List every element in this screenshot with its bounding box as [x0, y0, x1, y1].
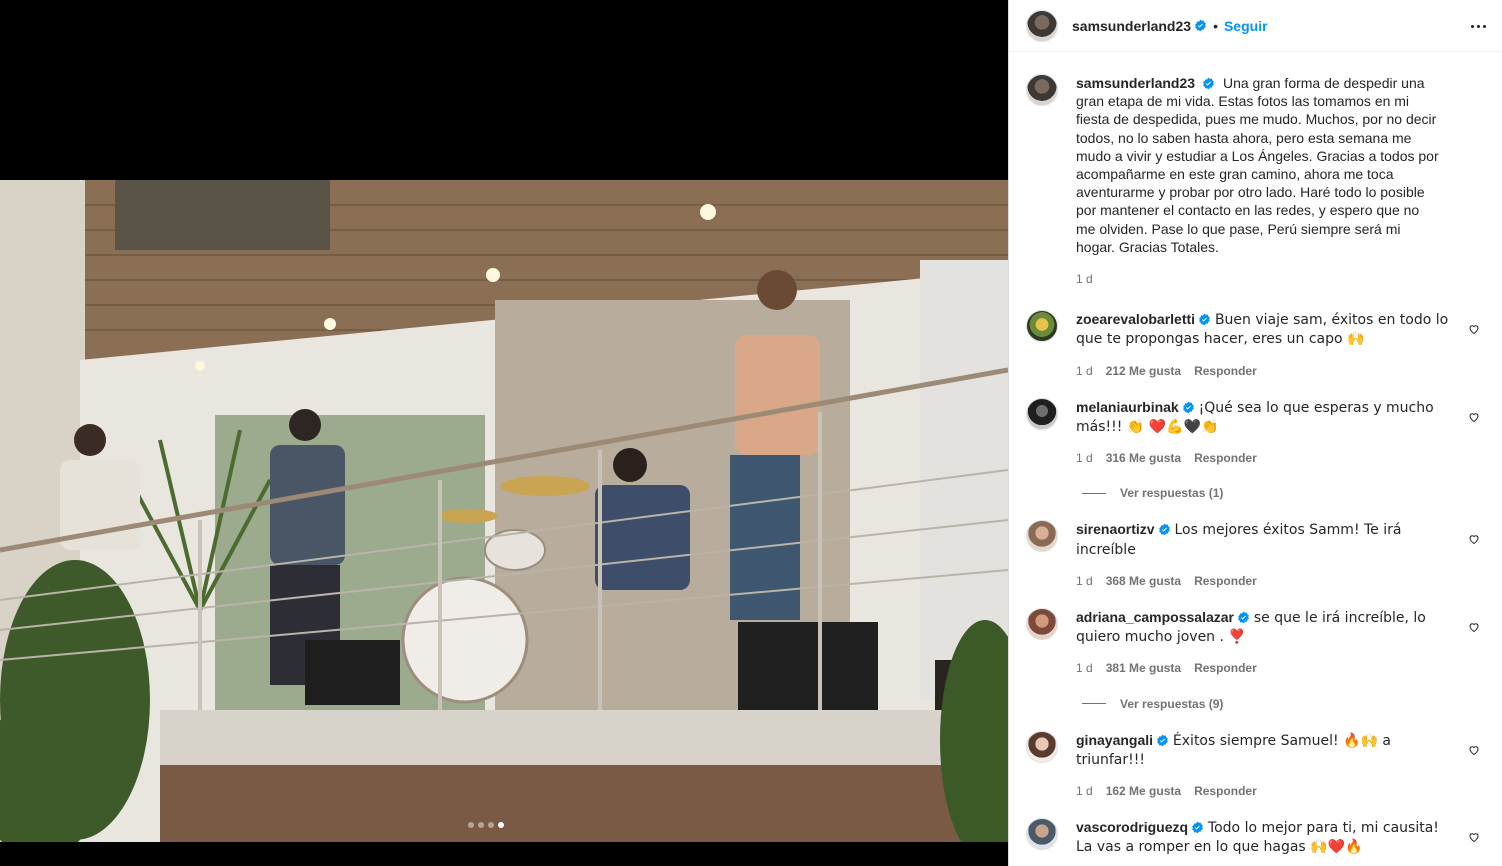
avatar[interactable]	[1026, 397, 1058, 430]
like-heart-icon[interactable]	[1468, 621, 1480, 633]
like-heart-icon[interactable]	[1468, 323, 1480, 335]
like-heart-icon[interactable]	[1468, 831, 1480, 843]
verified-badge-icon	[1195, 19, 1206, 32]
comment-likes[interactable]: 316 Me gusta	[1106, 449, 1181, 467]
comment-item: sirenaortizv Los mejores éxitos Samm! Te…	[1026, 520, 1486, 590]
caption-timestamp[interactable]: 1 d	[1076, 270, 1442, 288]
separator-dot: •	[1213, 17, 1218, 34]
avatar[interactable]	[1026, 310, 1058, 343]
view-replies-button[interactable]: Ver respuestas (1)	[1082, 486, 1486, 500]
view-replies-label: Ver respuestas (1)	[1120, 486, 1224, 501]
verified-badge-icon	[1192, 821, 1203, 834]
avatar[interactable]	[1026, 9, 1058, 42]
comment-likes[interactable]: 212 Me gusta	[1106, 362, 1181, 380]
comment-meta: 1 d 368 Me gusta Responder	[1076, 572, 1452, 590]
view-replies-button[interactable]: Ver respuestas (9)	[1082, 697, 1486, 711]
reply-button[interactable]: Responder	[1194, 449, 1257, 467]
verified-badge-icon	[1203, 77, 1214, 90]
carousel-indicator	[468, 822, 504, 828]
comment-timestamp[interactable]: 1 d	[1076, 782, 1093, 800]
like-heart-icon[interactable]	[1468, 411, 1480, 423]
like-heart-icon[interactable]	[1468, 533, 1480, 545]
verified-badge-icon	[1158, 524, 1170, 536]
comment-meta: 1 d 162 Me gusta Responder	[1076, 782, 1452, 800]
carousel-dot	[498, 822, 504, 828]
comment-item: melaniaurbinak ¡Qué sea lo que esperas y…	[1026, 397, 1486, 468]
comment-item: vascorodriguezq Todo lo mejor para ti, m…	[1026, 818, 1486, 866]
comment-likes[interactable]: 368 Me gusta	[1106, 572, 1181, 590]
comment-username[interactable]: adriana_campossalazar	[1076, 609, 1234, 625]
comment-username[interactable]: ginayangali	[1076, 732, 1153, 748]
reply-button[interactable]: Responder	[1194, 782, 1257, 800]
post-photo[interactable]	[0, 180, 1008, 842]
comment-meta: 1 d 212 Me gusta Responder	[1076, 362, 1452, 380]
post-media	[0, 0, 1008, 866]
avatar[interactable]	[1026, 818, 1058, 851]
comment-username[interactable]: vascorodriguezq	[1076, 819, 1188, 835]
comment-item: zoearevalobarletti Buen viaje sam, éxito…	[1026, 310, 1486, 380]
comment-item: adriana_campossalazar se que le irá incr…	[1026, 608, 1486, 678]
comment-likes[interactable]: 381 Me gusta	[1106, 659, 1181, 677]
post-caption: samsunderland23 Una gran forma de desped…	[1026, 74, 1486, 288]
replies-divider	[1082, 703, 1106, 705]
carousel-dot	[478, 822, 484, 828]
comment-timestamp[interactable]: 1 d	[1076, 449, 1093, 467]
comment-timestamp[interactable]: 1 d	[1076, 659, 1093, 677]
caption-text: Una gran forma de despedir una gran etap…	[1076, 75, 1439, 255]
verified-badge-icon	[1157, 734, 1168, 747]
band-photo-illustration	[0, 180, 1008, 842]
avatar[interactable]	[1026, 520, 1058, 553]
comment-username[interactable]: zoearevalobarletti	[1076, 311, 1195, 327]
comment-username[interactable]: sirenaortizv	[1076, 521, 1155, 537]
view-replies-label: Ver respuestas (9)	[1120, 696, 1224, 711]
follow-button[interactable]: Seguir	[1224, 18, 1268, 34]
reply-button[interactable]: Responder	[1194, 659, 1257, 677]
comment-timestamp[interactable]: 1 d	[1076, 362, 1093, 380]
like-heart-icon[interactable]	[1468, 744, 1480, 756]
verified-badge-icon	[1238, 611, 1249, 624]
more-options-icon[interactable]	[1468, 18, 1488, 34]
verified-badge-icon	[1199, 313, 1210, 326]
caption-username[interactable]: samsunderland23	[1076, 75, 1195, 91]
comment-item: ginayangali Éxitos siempre Samuel! 🔥🙌 a …	[1026, 730, 1486, 801]
header-username[interactable]: samsunderland23	[1072, 18, 1191, 34]
avatar[interactable]	[1026, 608, 1058, 641]
replies-divider	[1082, 492, 1106, 494]
comment-thread: zoearevalobarletti Buen viaje sam, éxito…	[1026, 310, 1486, 866]
reply-button[interactable]: Responder	[1194, 572, 1257, 590]
avatar[interactable]	[1026, 730, 1058, 763]
comments-list: samsunderland23 Una gran forma de desped…	[1009, 52, 1502, 866]
comment-timestamp[interactable]: 1 d	[1076, 572, 1093, 590]
comment-likes[interactable]: 162 Me gusta	[1106, 782, 1181, 800]
comment-meta: 1 d 381 Me gusta Responder	[1076, 659, 1452, 677]
comment-meta: 1 d 316 Me gusta Responder	[1076, 449, 1452, 467]
reply-button[interactable]: Responder	[1194, 362, 1257, 380]
comment-username[interactable]: melaniaurbinak	[1076, 399, 1179, 415]
post-header: samsunderland23 • Seguir	[1009, 0, 1502, 52]
post-side-panel: samsunderland23 • Seguir samsunderland23…	[1008, 0, 1502, 866]
carousel-dot	[488, 822, 494, 828]
verified-badge-icon	[1182, 401, 1194, 414]
avatar[interactable]	[1026, 74, 1058, 106]
carousel-dot	[468, 822, 474, 828]
